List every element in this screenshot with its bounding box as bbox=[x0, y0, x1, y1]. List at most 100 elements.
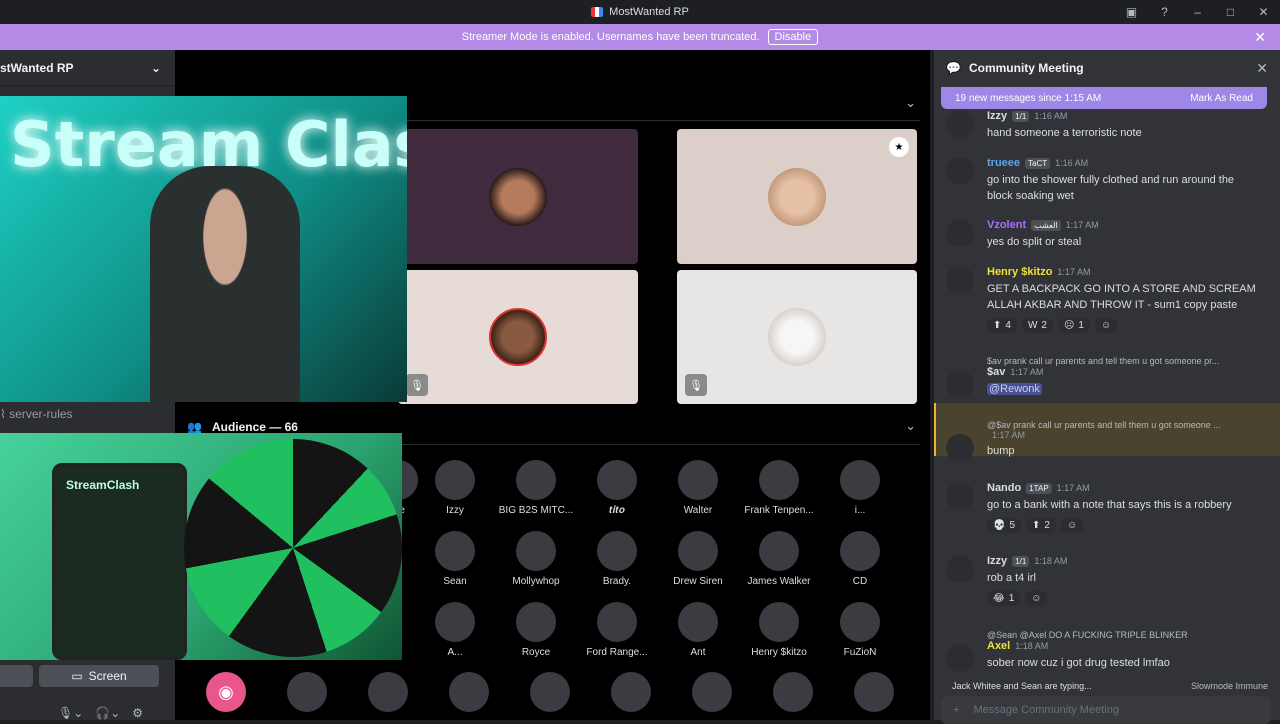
inbox-icon[interactable]: ▣ bbox=[1115, 5, 1148, 19]
channel-hash-icon: ⌇ bbox=[0, 407, 10, 421]
audience-member[interactable]: Mollywhop bbox=[491, 531, 581, 587]
chat-message[interactable]: Izzy 1/1 1:18 AM rob a t4 irl 😂 1 ☺ bbox=[946, 555, 1262, 606]
audience-name: James Walker bbox=[747, 576, 811, 587]
chat-message[interactable]: @$av prank call ur parents and tell them… bbox=[946, 420, 1262, 462]
reaction-chip[interactable]: ⬆ 2 bbox=[1026, 518, 1056, 533]
disable-button[interactable]: Disable bbox=[767, 29, 819, 45]
server-header[interactable]: stWanted RP ⌄ bbox=[0, 50, 175, 86]
reply-preview[interactable]: $av prank call ur parents and tell them … bbox=[987, 356, 1257, 366]
help-icon[interactable]: ? bbox=[1148, 5, 1181, 19]
author-name[interactable]: Izzy bbox=[987, 110, 1007, 122]
speaker-tile[interactable]: 🎙 bbox=[677, 270, 917, 404]
channel-server-rules[interactable]: ⌇ server-rules bbox=[0, 407, 73, 421]
mark-as-read-button[interactable]: Mark As Read bbox=[1190, 93, 1253, 104]
microphone-icon[interactable]: 🎙⌄ bbox=[58, 706, 83, 720]
avatar bbox=[678, 460, 718, 500]
avatar bbox=[768, 167, 826, 226]
author-name[interactable]: $av bbox=[987, 366, 1005, 378]
add-attachment-icon[interactable]: + bbox=[953, 704, 959, 716]
audience-member[interactable]: Walter bbox=[653, 460, 743, 516]
audience-member[interactable]: i... bbox=[815, 460, 905, 516]
audience-member[interactable]: Sean bbox=[410, 531, 500, 587]
people-icon: 👥 bbox=[187, 420, 202, 434]
audience-name: Walter bbox=[683, 505, 713, 516]
avatar bbox=[516, 602, 556, 642]
reaction-count: 4 bbox=[1005, 320, 1011, 331]
avatar[interactable] bbox=[530, 672, 570, 712]
audience-member[interactable]: Ant bbox=[653, 602, 743, 658]
audience-member[interactable]: 𝒕𝒊𝒕𝒐 bbox=[572, 460, 662, 516]
reply-preview[interactable]: @$av prank call ur parents and tell them… bbox=[987, 420, 1257, 430]
reaction-chip[interactable]: W2 bbox=[1021, 318, 1053, 333]
avatar[interactable] bbox=[946, 219, 974, 247]
avatar[interactable] bbox=[773, 672, 813, 712]
screen-share-button[interactable]: ▭ Screen bbox=[39, 665, 159, 687]
new-messages-bar[interactable]: 19 new messages since 1:15 AM Mark As Re… bbox=[941, 87, 1267, 109]
audience-member[interactable]: A... bbox=[410, 602, 500, 658]
author-name[interactable]: Axel bbox=[987, 640, 1010, 652]
close-window-button[interactable]: ✕ bbox=[1247, 5, 1280, 19]
avatar[interactable] bbox=[946, 644, 974, 672]
close-icon[interactable]: ✕ bbox=[1256, 60, 1268, 77]
add-reaction-icon[interactable]: ☺ bbox=[1060, 518, 1084, 533]
chat-message[interactable]: Henry $kitzo 1:17 AM GET A BACKPACK GO INT… bbox=[946, 266, 1262, 333]
audience-member[interactable]: Henry $kitzo bbox=[734, 602, 824, 658]
audience-name: 𝒕𝒊𝒕𝒐 bbox=[609, 505, 625, 516]
speaker-tile[interactable] bbox=[398, 129, 638, 264]
audience-member[interactable]: Drew Siren bbox=[653, 531, 743, 587]
reactions: 😂 1 ☺ bbox=[987, 591, 1262, 606]
chat-message[interactable]: Izzy 1/1 1:16 AM hand someone a terroristic… bbox=[946, 110, 1262, 141]
reply-preview[interactable]: @Sean @Axel DO A FUCKING TRIPLE BLINKER bbox=[987, 630, 1257, 640]
chat-message[interactable]: @Sean @Axel DO A FUCKING TRIPLE BLINKER A… bbox=[946, 630, 1262, 672]
chevron-down-icon[interactable]: ⌄ bbox=[905, 95, 916, 111]
audience-member[interactable]: Brady. bbox=[572, 531, 662, 587]
avatar[interactable] bbox=[854, 672, 894, 712]
chat-message[interactable]: trueee TaCT 1:16 AM go into the shower full… bbox=[946, 157, 1262, 204]
speaker-tile[interactable]: 🎙 bbox=[398, 270, 638, 404]
author-name[interactable]: Izzy bbox=[987, 555, 1007, 567]
gear-icon[interactable]: ⚙ bbox=[132, 706, 143, 720]
reaction-chip[interactable]: ☹ 1 bbox=[1057, 318, 1090, 333]
avatar[interactable] bbox=[946, 157, 974, 185]
avatar[interactable] bbox=[287, 672, 327, 712]
chat-message[interactable]: Nando 1TAP 1:17 AM go to a bank with a note… bbox=[946, 482, 1262, 533]
audience-member[interactable]: FuZioN bbox=[815, 602, 905, 658]
avatar[interactable] bbox=[946, 370, 974, 398]
author-name[interactable]: Nando bbox=[987, 482, 1021, 494]
chevron-down-icon[interactable]: ⌄ bbox=[905, 418, 916, 434]
audience-member[interactable]: BIG B2S MITC... bbox=[491, 460, 581, 516]
audience-member[interactable]: James Walker bbox=[734, 531, 824, 587]
speaker-tile[interactable]: ★ bbox=[677, 129, 917, 264]
audience-member[interactable]: Ford Range... bbox=[572, 602, 662, 658]
maximize-button[interactable]: □ bbox=[1214, 5, 1247, 19]
avatar[interactable] bbox=[946, 434, 974, 462]
chat-message[interactable]: $av prank call ur parents and tell them … bbox=[946, 356, 1262, 398]
avatar[interactable] bbox=[368, 672, 408, 712]
audience-member[interactable]: CD bbox=[815, 531, 905, 587]
reaction-chip[interactable]: 😂 1 bbox=[987, 591, 1021, 606]
headphones-icon[interactable]: 🎧⌄ bbox=[95, 706, 120, 720]
avatar[interactable] bbox=[449, 672, 489, 712]
author-name[interactable]: trueee bbox=[987, 157, 1020, 169]
add-reaction-icon[interactable]: ☺ bbox=[1025, 591, 1048, 606]
avatar[interactable] bbox=[946, 266, 974, 294]
minimize-button[interactable]: – bbox=[1181, 5, 1214, 19]
avatar[interactable] bbox=[946, 555, 974, 583]
add-reaction-icon[interactable]: ☺ bbox=[1094, 318, 1118, 333]
close-icon[interactable]: ✕ bbox=[1254, 29, 1266, 46]
avatar[interactable] bbox=[692, 672, 732, 712]
reaction-chip[interactable]: 💀 5 bbox=[987, 518, 1022, 533]
avatar[interactable] bbox=[946, 482, 974, 510]
audience-member[interactable]: Izzy bbox=[410, 460, 500, 516]
author-name[interactable]: Henry $kitzo bbox=[987, 266, 1052, 278]
avatar[interactable] bbox=[611, 672, 651, 712]
reaction-chip[interactable]: ⬆ 4 bbox=[987, 318, 1017, 333]
camera-button[interactable] bbox=[0, 665, 33, 687]
avatar[interactable] bbox=[946, 110, 974, 138]
message-input[interactable]: Message Community Meeting bbox=[973, 704, 1119, 716]
message-text: GET A BACKPACK GO INTO A STORE AND SCREA… bbox=[987, 281, 1262, 313]
author-name[interactable]: Vzolent bbox=[987, 219, 1026, 231]
chat-message[interactable]: Vzolent العشب 1:17 AM yes do split or steal bbox=[946, 219, 1262, 250]
audience-member[interactable]: Royce bbox=[491, 602, 581, 658]
audience-member[interactable]: Frank Tenpen... bbox=[734, 460, 824, 516]
